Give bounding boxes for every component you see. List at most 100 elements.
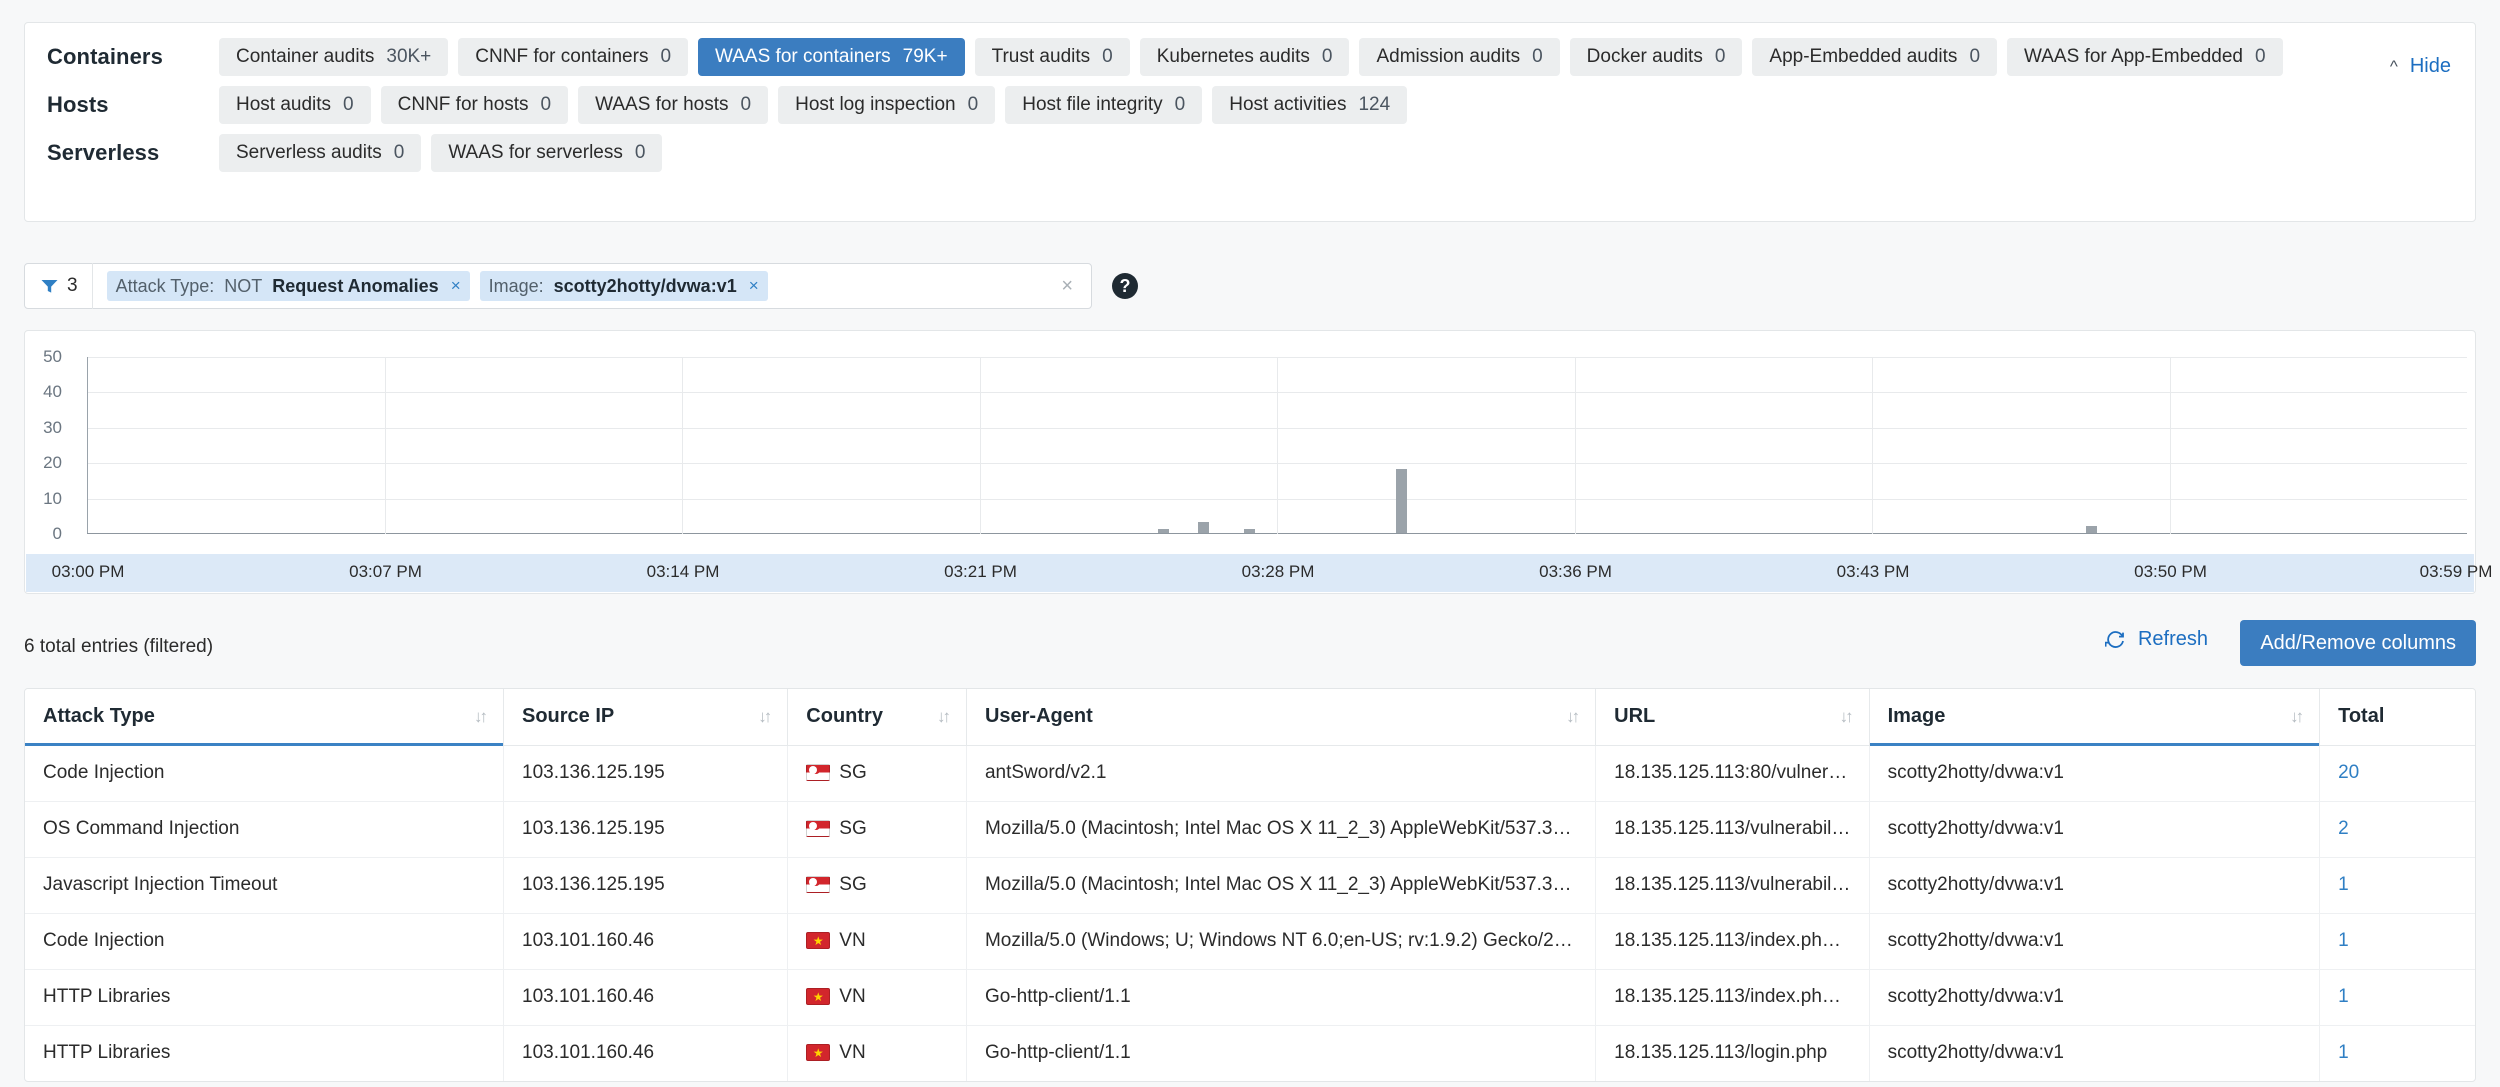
chip-count: 0 [967, 94, 979, 115]
chart-bar[interactable] [2086, 525, 2098, 533]
help-icon[interactable]: ? [1112, 273, 1138, 299]
column-header-url[interactable]: URL ↓↑ [1595, 689, 1870, 746]
entries-count: 6 total entries (filtered) [24, 636, 214, 657]
remove-filter-token-button[interactable]: × [747, 276, 759, 296]
sort-toggle-icon[interactable]: ↓↑ [474, 707, 488, 727]
cell-source-ip: 103.136.125.195 [503, 801, 789, 858]
audit-chip-host-audits[interactable]: Host audits 0 [219, 86, 371, 124]
chart-vertical-gridline [1277, 357, 1278, 534]
total-link[interactable]: 20 [2338, 762, 2359, 783]
cell-attack-type: Javascript Injection Timeout [25, 857, 504, 914]
refresh-button[interactable]: Refresh [2104, 628, 2208, 651]
sort-toggle-icon[interactable]: ↓↑ [937, 707, 951, 727]
audit-chip-admission-audits[interactable]: Admission audits 0 [1359, 38, 1560, 76]
audit-chip-waas-for-serverless[interactable]: WAAS for serverless 0 [431, 134, 663, 172]
column-header-country[interactable]: Country ↓↑ [787, 689, 967, 746]
chart-bar[interactable] [1396, 469, 1407, 533]
chip-count: 124 [1358, 94, 1391, 115]
table-row[interactable]: HTTP Libraries103.101.160.46 VN Go-http-cl… [25, 1025, 2475, 1081]
chip-label: CNNF for containers [475, 46, 649, 67]
total-link[interactable]: 2 [2338, 818, 2349, 839]
audit-chip-docker-audits[interactable]: Docker audits 0 [1569, 38, 1743, 76]
filter-token[interactable]: Attack Type: NOT Request Anomalies × [106, 271, 470, 301]
table-row[interactable]: OS Command Injection 103.136.125.195 SG Moz… [25, 801, 2475, 858]
sort-toggle-icon[interactable]: ↓↑ [1566, 707, 1580, 727]
chart-bar[interactable] [1243, 529, 1255, 533]
total-link[interactable]: 1 [2338, 930, 2349, 951]
column-header-attack-type[interactable]: Attack Type ↓↑ [25, 689, 504, 746]
filter-token[interactable]: Image: scotty2hotty/dvwa:v1 × [479, 271, 768, 301]
audit-chip-trust-audits[interactable]: Trust audits 0 [974, 38, 1130, 76]
category-label: Containers [47, 44, 163, 69]
chip-count: 0 [1321, 46, 1333, 67]
cell-total: 1 [2320, 1025, 2475, 1081]
category-row-hosts: Hosts Host audits 0 CNNF for hosts 0 WAAS for… [25, 81, 2475, 129]
column-header-total[interactable]: Total [2319, 689, 2475, 746]
filter-token-key: Attack Type: [115, 275, 215, 296]
hide-categories-button[interactable]: ^ Hide [2390, 55, 2451, 78]
audit-chip-waas-for-hosts[interactable]: WAAS for hosts 0 [578, 86, 769, 124]
chart-x-tick: 03:36 PM [1539, 562, 1612, 581]
country-flag-icon [806, 876, 831, 893]
cell-image: scotty2hotty/dvwa:v1 [1869, 969, 2321, 1026]
audit-chip-container-audits[interactable]: Container audits 30K+ [219, 38, 449, 76]
category-row-serverless: Serverless Serverless audits 0 WAAS for ser… [25, 129, 2475, 177]
chip-label: App-Embedded audits [1769, 46, 1958, 67]
table-row[interactable]: Code Injection103.101.160.46 VN Mozilla/5.… [25, 913, 2475, 970]
cell-attack-type: OS Command Injection [25, 801, 504, 858]
filter-input-box[interactable]: 3 Attack Type: NOT Request Anomalies × Image… [24, 263, 1092, 309]
audit-chip-cnnf-for-hosts[interactable]: CNNF for hosts 0 [380, 86, 569, 124]
chip-label: Host log inspection [795, 94, 956, 115]
audit-chip-serverless-audits[interactable]: Serverless audits 0 [219, 134, 422, 172]
chip-label: Host file integrity [1022, 94, 1163, 115]
filter-icon-cell: 3 [25, 275, 92, 297]
audit-chip-host-log-inspection[interactable]: Host log inspection 0 [778, 86, 996, 124]
chart-inner: 50 40 30 20 10 0 03:00 PM 03:07 PM 03:14 PM 03:2… [25, 331, 2492, 593]
sort-toggle-icon[interactable]: ↓↑ [2290, 707, 2304, 727]
audit-chip-kubernetes-audits[interactable]: Kubernetes audits 0 [1139, 38, 1350, 76]
cell-country: SG [787, 801, 967, 858]
clear-filters-button[interactable]: × [1043, 275, 1091, 298]
chart-x-tick: 03:07 PM [349, 562, 422, 581]
audit-chip-host-activities[interactable]: Host activities 124 [1212, 86, 1408, 124]
table-toolbar: 6 total entries (filtered) Refresh Add/R… [24, 620, 2476, 680]
refresh-label: Refresh [2137, 628, 2208, 650]
column-header-user-agent[interactable]: User-Agent ↓↑ [966, 689, 1597, 746]
chart-bar[interactable] [1198, 522, 1210, 533]
table-row[interactable]: HTTP Libraries103.101.160.46 VN Go-http-cl… [25, 969, 2475, 1026]
sort-toggle-icon[interactable]: ↓↑ [1840, 707, 1854, 727]
chip-label: Host audits [236, 94, 332, 115]
audit-chip-waas-for-app-embedded[interactable]: WAAS for App-Embedded 0 [2007, 38, 2283, 76]
category-chips: Container audits 30K+ CNNF for containers 0… [219, 38, 2283, 76]
chart-x-tick: 03:28 PM [1241, 562, 1315, 581]
audit-chip-app-embedded-audits[interactable]: App-Embedded audits 0 [1752, 38, 1998, 76]
cell-country: SG [787, 857, 967, 914]
country-code: VN [839, 930, 866, 951]
total-link[interactable]: 1 [2338, 986, 2349, 1007]
chip-label: WAAS for App-Embedded [2024, 46, 2243, 67]
category-chips: Serverless audits 0 WAAS for serverless 0 [219, 134, 663, 172]
cell-user-agent: Go-http-client/1.1 [966, 1025, 1597, 1081]
total-link[interactable]: 1 [2338, 1042, 2349, 1063]
audit-chip-host-file-integrity[interactable]: Host file integrity 0 [1005, 86, 1203, 124]
country-flag-icon [806, 764, 831, 781]
column-header-image[interactable]: Image ↓↑ [1869, 689, 2321, 746]
table-row[interactable]: Code Injection 103.136.125.195 SG antSword/… [25, 745, 2475, 802]
remove-filter-token-button[interactable]: × [449, 276, 461, 296]
cell-attack-type: Code Injection [25, 913, 504, 970]
audit-chip-waas-for-containers[interactable]: WAAS for containers 79K+ [698, 38, 965, 76]
cell-total: 1 [2319, 913, 2475, 970]
table-header-row: Attack Type ↓↑ Source IP ↓↑ Country ↓↑ User-Ag… [25, 689, 2475, 746]
chart-plot-area[interactable] [87, 357, 2467, 534]
total-link[interactable]: 1 [2338, 874, 2349, 895]
add-remove-columns-button[interactable]: Add/Remove columns [2240, 620, 2476, 666]
table-row[interactable]: Javascript Injection Timeout 103.136.125.… [25, 857, 2475, 914]
chart-bar[interactable] [1158, 529, 1169, 533]
sort-toggle-icon[interactable]: ↓↑ [758, 707, 772, 727]
chart-vertical-gridline [979, 357, 981, 534]
country-flag-icon [806, 932, 831, 949]
audit-chip-cnnf-for-containers[interactable]: CNNF for containers 0 [458, 38, 689, 76]
column-header-source-ip[interactable]: Source IP ↓↑ [503, 689, 789, 746]
chip-count: 0 [1969, 46, 1981, 67]
chip-label: Host activities [1229, 94, 1347, 115]
